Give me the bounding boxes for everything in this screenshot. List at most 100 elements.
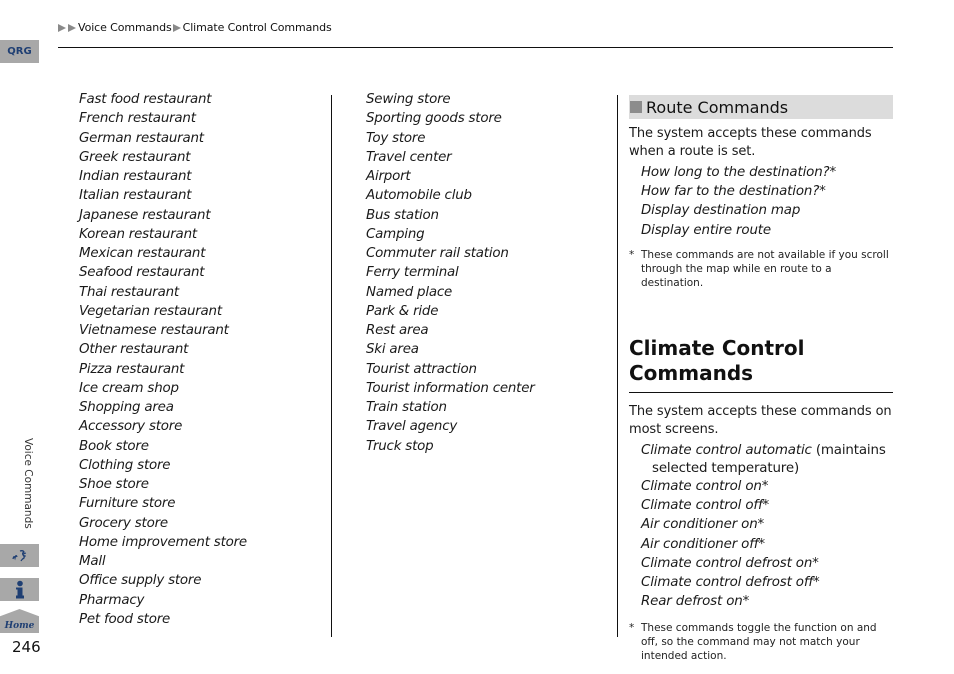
poi-list-item: Ice cream shop bbox=[79, 380, 179, 396]
footnote-star: * bbox=[629, 248, 635, 261]
command-text: Climate control on* bbox=[641, 479, 769, 495]
poi-list-item: Vegetarian restaurant bbox=[79, 303, 222, 319]
section-square-icon bbox=[630, 101, 642, 113]
title-divider bbox=[629, 391, 893, 393]
poi-list-middle: Sewing store Sporting goods store Toy stor… bbox=[366, 90, 616, 456]
poi-list-item: Accessory store bbox=[79, 419, 183, 435]
column-divider bbox=[331, 95, 332, 637]
climate-command-item: Rear defrost on* bbox=[641, 592, 894, 611]
poi-list-item: Camping bbox=[366, 226, 425, 242]
page-number: 246 bbox=[12, 638, 41, 656]
route-commands-title: Route Commands bbox=[646, 97, 789, 117]
poi-list-item: Rest area bbox=[366, 323, 429, 338]
route-footnote: * These commands are not available if yo… bbox=[629, 248, 894, 290]
poi-list-item: Fast food restaurant bbox=[79, 92, 212, 107]
footnote-star: * bbox=[629, 622, 635, 635]
home-button[interactable]: Home bbox=[0, 609, 39, 633]
poi-list-item: Sporting goods store bbox=[366, 111, 502, 127]
info-button[interactable] bbox=[0, 578, 39, 601]
home-label: Home bbox=[4, 621, 35, 631]
climate-command-item: Climate control off* bbox=[641, 496, 894, 515]
command-text: Climate control defrost off* bbox=[641, 575, 820, 591]
section-side-label: Voice Commands bbox=[22, 438, 34, 529]
climate-footnote: * These commands toggle the function on … bbox=[629, 621, 894, 663]
poi-list-item: Mall bbox=[79, 554, 106, 569]
breadcrumb: Voice Commands Climate Control Commands bbox=[58, 21, 332, 34]
poi-list-item: French restaurant bbox=[79, 111, 196, 127]
poi-list-item: Sewing store bbox=[366, 92, 451, 107]
poi-list-item: Toy store bbox=[366, 130, 426, 146]
poi-list-item: Travel center bbox=[366, 149, 452, 165]
poi-list-item: Airport bbox=[366, 169, 411, 184]
breadcrumb-arrow-icon bbox=[68, 23, 76, 32]
poi-list-item: German restaurant bbox=[79, 130, 204, 146]
poi-list-item: Japanese restaurant bbox=[79, 207, 211, 223]
command-text: Display destination map bbox=[641, 203, 801, 219]
poi-list-item: Indian restaurant bbox=[79, 169, 192, 184]
climate-command-list: Climate control automatic (maintains sel… bbox=[629, 441, 894, 612]
command-note-continued: selected temperature) bbox=[652, 461, 800, 477]
poi-list-item: Travel agency bbox=[366, 419, 458, 435]
climate-control-title: Climate Control Commands bbox=[629, 335, 805, 385]
command-text: Air conditioner off* bbox=[641, 536, 765, 552]
poi-list-item: Park & ride bbox=[366, 303, 439, 319]
route-command-list: How long to the destination?* How far to … bbox=[629, 163, 894, 240]
command-text: Air conditioner on* bbox=[641, 517, 765, 533]
commands-column: Route Commands The system accepts these … bbox=[629, 95, 894, 663]
route-command-item: Display entire route bbox=[641, 221, 894, 240]
info-icon bbox=[15, 580, 24, 598]
climate-command-item: Climate control defrost off* bbox=[641, 573, 894, 592]
breadcrumb-item-climate-control: Climate Control Commands bbox=[182, 21, 332, 34]
poi-list-item: Mexican restaurant bbox=[79, 246, 206, 261]
breadcrumb-item-voice-commands[interactable]: Voice Commands bbox=[78, 21, 172, 34]
route-commands-heading: Route Commands bbox=[629, 95, 893, 119]
command-text: Display entire route bbox=[641, 222, 771, 238]
poi-list-item: Pizza restaurant bbox=[79, 361, 185, 377]
poi-list-item: Seafood restaurant bbox=[79, 265, 205, 281]
poi-list-item: Home improvement store bbox=[79, 534, 247, 550]
climate-command-item: Climate control defrost on* bbox=[641, 554, 894, 573]
poi-list-item: Office supply store bbox=[79, 573, 202, 589]
command-text: How long to the destination?* bbox=[641, 165, 837, 180]
poi-list-item: Train station bbox=[366, 400, 447, 415]
poi-list-item: Pharmacy bbox=[79, 592, 145, 608]
poi-list-item: Vietnamese restaurant bbox=[79, 323, 229, 338]
poi-list-item: Other restaurant bbox=[79, 342, 189, 358]
command-note: (maintains bbox=[811, 442, 886, 458]
poi-list-item: Korean restaurant bbox=[79, 226, 197, 242]
route-footnote-text: These commands are not available if you … bbox=[641, 248, 889, 289]
breadcrumb-arrow-icon bbox=[58, 23, 66, 32]
voice-command-icon bbox=[11, 549, 26, 561]
command-text: Climate control off* bbox=[641, 498, 770, 514]
column-divider bbox=[617, 95, 618, 637]
poi-list-item: Furniture store bbox=[79, 496, 176, 512]
route-commands-intro: The system accepts these commands when a… bbox=[629, 126, 872, 159]
command-text: Rear defrost on* bbox=[641, 594, 750, 610]
poi-list-item: Thai restaurant bbox=[79, 284, 179, 300]
poi-list-item: Shopping area bbox=[79, 400, 174, 415]
climate-command-item: Climate control automatic (maintains sel… bbox=[641, 441, 894, 477]
poi-list-item: Bus station bbox=[366, 207, 439, 223]
poi-list-item: Tourist information center bbox=[366, 380, 535, 396]
voice-commands-button[interactable] bbox=[0, 544, 39, 567]
climate-commands-intro: The system accepts these commands on mos… bbox=[629, 403, 892, 437]
poi-list-item: Ferry terminal bbox=[366, 265, 459, 281]
route-command-item: How long to the destination?* bbox=[641, 163, 894, 182]
poi-list-item: Book store bbox=[79, 438, 149, 454]
climate-command-item: Air conditioner on* bbox=[641, 515, 894, 534]
qrg-tab[interactable]: QRG bbox=[0, 40, 39, 63]
poi-list-item: Greek restaurant bbox=[79, 149, 191, 165]
command-text: How far to the destination?* bbox=[641, 184, 826, 200]
poi-list-item: Named place bbox=[366, 284, 453, 300]
poi-list-item: Clothing store bbox=[79, 457, 171, 473]
poi-list-item: Truck stop bbox=[366, 438, 434, 454]
command-text: Climate control automatic bbox=[641, 442, 812, 458]
poi-list-item: Automobile club bbox=[366, 188, 472, 204]
climate-command-item: Air conditioner off* bbox=[641, 535, 894, 554]
poi-list-item: Tourist attraction bbox=[366, 361, 477, 377]
route-command-item: How far to the destination?* bbox=[641, 182, 894, 201]
poi-list-item: Shoe store bbox=[79, 477, 149, 492]
poi-list-item: Italian restaurant bbox=[79, 188, 192, 204]
poi-column-middle: Sewing store Sporting goods store Toy stor… bbox=[366, 90, 616, 456]
poi-list-item: Pet food store bbox=[79, 611, 171, 627]
